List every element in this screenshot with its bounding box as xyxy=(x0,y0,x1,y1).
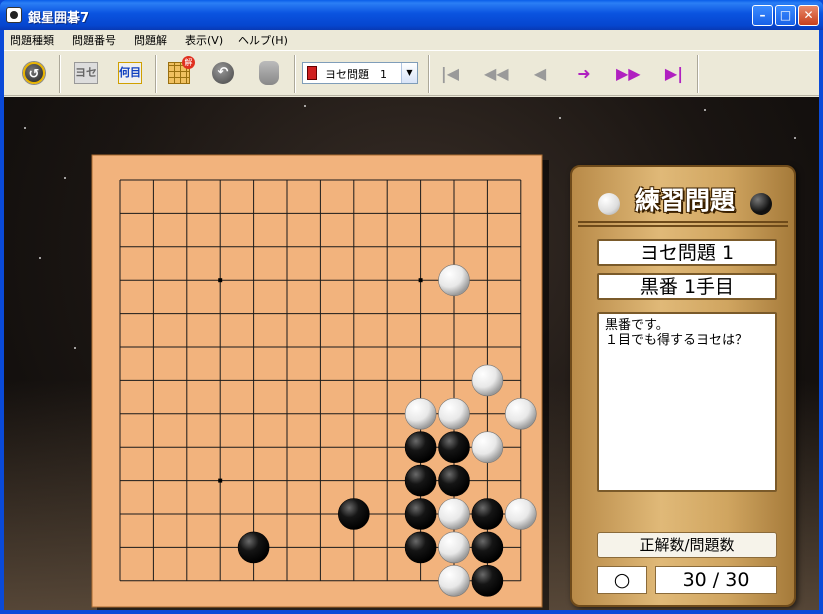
white-stone xyxy=(438,397,470,430)
black-stone-icon xyxy=(750,193,772,215)
undo-icon: ↺ xyxy=(23,62,45,84)
back-button[interactable]: ↺ xyxy=(21,60,47,86)
menu-view[interactable]: 表示(V) xyxy=(185,32,223,48)
skip-first-icon: |◀ xyxy=(440,64,460,83)
menu-bar: 問題種類 問題番号 問題解 表示(V) ヘルプ(H) xyxy=(4,30,819,48)
menu-problem-answer[interactable]: 問題解 xyxy=(134,32,167,48)
app-icon[interactable] xyxy=(6,7,22,23)
app-window: 銀星囲碁7 – □ ✕ 問題種類 問題番号 問題解 表示(V) ヘルプ(H) ↺… xyxy=(0,0,823,614)
black-stone xyxy=(438,431,470,464)
problem-message: 黒番です。 １目でも得するヨセは？ xyxy=(597,312,777,492)
next-move-button[interactable]: ➜ xyxy=(572,62,596,86)
black-stone xyxy=(404,464,437,497)
white-stone xyxy=(438,498,470,530)
turn-indicator: 黒番 1手目 xyxy=(597,273,777,300)
star-point xyxy=(218,278,223,283)
minimize-button[interactable]: – xyxy=(752,5,773,26)
count-button[interactable]: 何目 xyxy=(117,60,143,86)
client-area: 問題種類 問題番号 問題解 表示(V) ヘルプ(H) ↺ ヨセ 何目 解 ↶ ヨ… xyxy=(4,30,819,610)
panel-title: 練習問題 xyxy=(634,186,735,215)
toolbar-separator xyxy=(428,55,430,93)
book-icon xyxy=(307,66,317,80)
star-point xyxy=(218,478,223,483)
problem-name: ヨセ問題 1 xyxy=(597,239,777,266)
yose-icon: ヨセ xyxy=(74,62,98,84)
problem-select[interactable]: ヨセ問題 1 ▼ xyxy=(302,62,418,84)
white-stone-icon xyxy=(598,193,620,215)
first-move-button[interactable]: |◀ xyxy=(438,62,462,86)
practice-panel: 練習問題 ヨセ問題 1 黒番 1手目 黒番です。 １目でも得するヨセは？ 正解数… xyxy=(570,165,796,607)
white-stone xyxy=(504,397,537,430)
prev-move-button[interactable]: ◀ xyxy=(528,62,552,86)
main-area: 練習問題 ヨセ問題 1 黒番 1手目 黒番です。 １目でも得するヨセは？ 正解数… xyxy=(4,97,819,610)
show-answer-button[interactable]: 解 xyxy=(166,56,195,86)
yose-button[interactable]: ヨセ xyxy=(73,60,99,86)
black-stone xyxy=(237,531,270,564)
window-title: 銀星囲碁7 xyxy=(28,11,90,26)
white-stone xyxy=(438,531,470,564)
score-label: 正解数/問題数 xyxy=(597,532,777,558)
white-stone xyxy=(404,397,437,430)
black-stone xyxy=(404,531,437,564)
black-stone xyxy=(471,564,504,597)
chevron-down-icon[interactable]: ▼ xyxy=(401,63,417,83)
problem-select-value: ヨセ問題 1 xyxy=(325,68,387,81)
score-count: 30 / 30 xyxy=(655,566,777,594)
hand-icon xyxy=(259,61,279,85)
black-stone xyxy=(471,498,504,530)
black-stone xyxy=(337,498,370,530)
white-stone xyxy=(438,564,470,597)
close-button[interactable]: ✕ xyxy=(798,5,819,26)
black-stone xyxy=(404,431,437,464)
toolbar: ↺ ヨセ 何目 解 ↶ ヨセ問題 1 ▼ |◀ ◀◀ ◀ ➜ ▶▶ ▶| xyxy=(4,50,819,96)
hint-button[interactable] xyxy=(256,60,282,86)
toolbar-separator xyxy=(697,55,699,93)
white-stone xyxy=(471,364,504,397)
toolbar-separator xyxy=(294,55,296,93)
title-bar[interactable]: 銀星囲碁7 – □ ✕ xyxy=(0,0,823,30)
white-stone xyxy=(504,498,537,530)
header-ornament xyxy=(578,221,788,227)
black-stone xyxy=(438,464,470,497)
skip-last-icon: ▶| xyxy=(664,64,684,83)
answer-badge: 解 xyxy=(182,56,195,69)
panel-header: 練習問題 xyxy=(578,175,788,231)
fast-forward-icon: ▶▶ xyxy=(616,64,641,83)
menu-help[interactable]: ヘルプ(H) xyxy=(238,32,288,48)
menu-problem-type[interactable]: 問題種類 xyxy=(10,32,54,48)
star-point xyxy=(418,278,423,283)
white-stone xyxy=(438,264,470,296)
rewind-icon: ◀◀ xyxy=(484,64,509,83)
board-icon: 解 xyxy=(168,56,195,84)
undo-arrow-icon: ↶ xyxy=(212,62,234,84)
white-stone xyxy=(471,431,504,464)
menu-problem-number[interactable]: 問題番号 xyxy=(72,32,116,48)
undo-move-button[interactable]: ↶ xyxy=(210,60,236,86)
black-stone xyxy=(471,531,504,564)
toolbar-separator xyxy=(155,55,157,93)
count-icon: 何目 xyxy=(118,62,142,84)
fast-forward-button[interactable]: ▶▶ xyxy=(616,62,641,86)
rewind-button[interactable]: ◀◀ xyxy=(484,62,509,86)
last-move-button[interactable]: ▶| xyxy=(662,62,686,86)
black-stone xyxy=(404,498,437,530)
toolbar-separator xyxy=(59,55,61,93)
arrow-left-icon: ◀ xyxy=(533,64,547,83)
maximize-button[interactable]: □ xyxy=(775,5,796,26)
result-mark: ○ xyxy=(597,566,647,594)
arrow-right-icon: ➜ xyxy=(577,64,591,83)
